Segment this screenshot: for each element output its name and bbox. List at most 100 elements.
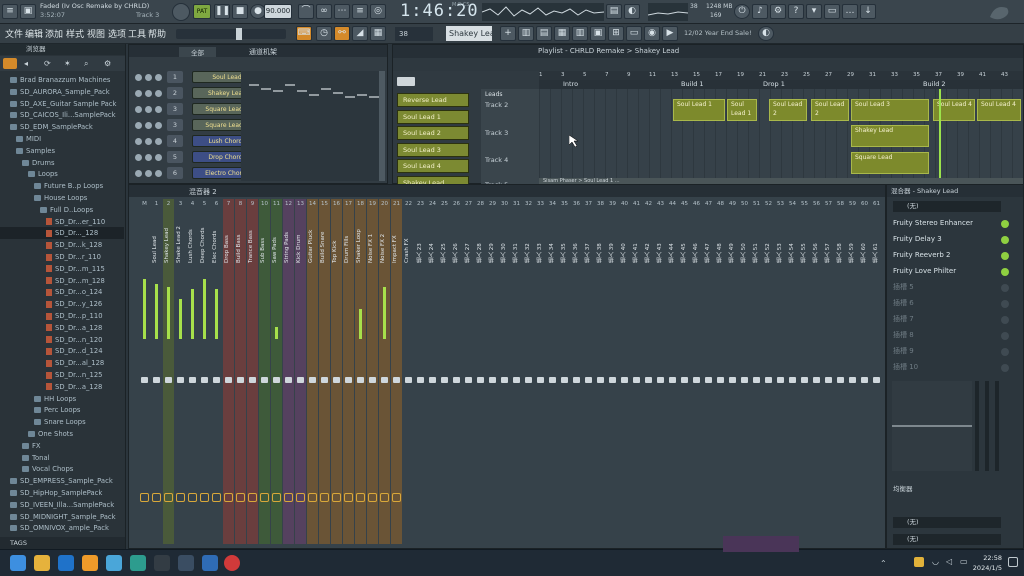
recorder-icon[interactable] (224, 555, 240, 571)
browser-item[interactable]: SD_Dr..._128 (0, 227, 124, 240)
volume-fader[interactable] (501, 377, 508, 383)
route-send-icon[interactable] (380, 493, 389, 502)
browser-item[interactable]: Samples (0, 145, 124, 157)
volume-fader[interactable] (177, 377, 184, 383)
channel-filter[interactable]: 全部 (179, 47, 216, 57)
volume-fader[interactable] (681, 377, 688, 383)
pattern-item[interactable]: Soul Lead 3 (397, 142, 469, 157)
volume-fader[interactable] (825, 377, 832, 383)
clip-soul-lead-1b[interactable]: Soul Lead 1 (727, 99, 757, 121)
mixer-strip[interactable]: 53 插入 53 (775, 199, 786, 544)
mixer-strip[interactable]: 45 插入 45 (679, 199, 690, 544)
route-send-icon[interactable] (176, 493, 185, 502)
mixer-strip[interactable]: 49 插入 49 (727, 199, 738, 544)
wifi-icon[interactable]: ◡ (932, 557, 939, 566)
browser-item[interactable]: Tonal (0, 452, 124, 464)
browser-item[interactable]: SD_EMPRESS_Sample_Pack (0, 475, 124, 487)
browser-item[interactable]: Vocal Chops (0, 463, 124, 475)
volume-fader[interactable] (141, 377, 148, 383)
route-send-icon[interactable] (392, 493, 401, 502)
tray-chevron-icon[interactable]: ⌃ (880, 559, 887, 568)
mixer-strip[interactable]: 47 插入 47 (703, 199, 714, 544)
browser-tags[interactable]: TAGS (0, 537, 125, 549)
effect-slot[interactable]: 插槽 5 (893, 281, 998, 294)
mixer-strip[interactable]: 14 Guitar Pluck (307, 199, 318, 544)
pattern-add-icon[interactable]: + (500, 26, 516, 41)
route-send-icon[interactable] (344, 493, 353, 502)
browser-item[interactable]: SD_IVEEN_Illa...SamplePack (0, 499, 124, 511)
browser-item[interactable]: MIDI (0, 133, 124, 145)
volume-knob[interactable] (155, 138, 162, 145)
volume-fader[interactable] (873, 377, 880, 383)
effect-slot[interactable]: 插槽 10 (893, 361, 998, 374)
marker-intro[interactable]: Intro (563, 80, 578, 88)
volume-fader[interactable] (669, 377, 676, 383)
mixer-strip[interactable]: 40 插入 40 (619, 199, 630, 544)
output-select[interactable]: (无) (893, 517, 1001, 528)
browser-item[interactable]: HH Loops (0, 393, 124, 405)
browser-item[interactable]: SD_Dr...p_110 (0, 310, 124, 322)
effect-enable-led[interactable] (1001, 364, 1009, 372)
mixer-strip[interactable]: 34 插入 34 (547, 199, 558, 544)
media-icon[interactable] (202, 555, 218, 571)
pan-knob[interactable] (145, 170, 152, 177)
effect-enable-led[interactable] (1001, 284, 1009, 292)
channel-mixer-number[interactable]: 4 (167, 135, 183, 147)
channel-rack-scrollbar[interactable] (379, 71, 385, 181)
help-icon[interactable]: ? (788, 4, 804, 19)
volume-fader[interactable] (225, 377, 232, 383)
effect-slot[interactable]: Fruity Delay 3 (893, 233, 998, 246)
mixer-strip[interactable]: 15 Build Snare (319, 199, 330, 544)
channel-mixer-number[interactable]: 3 (167, 103, 183, 115)
browser-item[interactable]: Snare Loops (0, 416, 124, 428)
volume-fader[interactable] (597, 377, 604, 383)
browser-item[interactable]: SD_Dr...o_124 (0, 286, 124, 298)
volume-fader[interactable] (369, 377, 376, 383)
menu-icon[interactable]: ≡ (2, 4, 18, 19)
output-select-2[interactable]: (无) (893, 534, 1001, 545)
eq-band-mid[interactable] (985, 381, 989, 471)
menu-view[interactable]: 视图 (87, 27, 105, 40)
volume-fader[interactable] (729, 377, 736, 383)
clip-soul-lead-2b[interactable]: Soul Lead 2 (811, 99, 849, 121)
video-icon[interactable]: ▶ (662, 26, 678, 41)
mixer-strip[interactable]: 6 Elec Chords (211, 199, 222, 544)
route-send-icon[interactable] (320, 493, 329, 502)
mute-led[interactable] (135, 106, 142, 113)
route-send-icon[interactable] (212, 493, 221, 502)
volume-fader[interactable] (405, 377, 412, 383)
instrument-selector[interactable]: Shakey Lead (446, 26, 492, 41)
volume-fader[interactable] (837, 377, 844, 383)
mixer-strip[interactable]: 35 插入 35 (559, 199, 570, 544)
effect-slot[interactable]: Fruity Reeverb 2 (893, 249, 998, 262)
mixer-strip[interactable]: 21 Impact FX (391, 199, 402, 544)
browser-item[interactable]: SD_MIDNIGHT_Sample_Pack (0, 511, 124, 523)
mixer-tool-icon[interactable]: ▤ (606, 4, 622, 19)
mixer-strip[interactable]: 42 插入 42 (643, 199, 654, 544)
effect-enable-led[interactable] (1001, 252, 1009, 260)
pattern-item[interactable]: Soul Lead 2 (397, 126, 469, 140)
browser-item[interactable]: SD_EDM_SamplePack (0, 121, 124, 133)
volume-fader[interactable] (201, 377, 208, 383)
typing-keyboard-icon[interactable]: ⌨ (296, 26, 312, 41)
volume-fader[interactable] (537, 377, 544, 383)
volume-fader[interactable] (189, 377, 196, 383)
browser-item[interactable]: Future B..p Loops (0, 180, 124, 192)
microphone-icon[interactable]: ♪ (752, 4, 768, 19)
app-icon[interactable] (106, 555, 122, 571)
mixer-strip[interactable]: 54 插入 54 (787, 199, 798, 544)
route-send-icon[interactable] (296, 493, 305, 502)
link-icon[interactable]: ⚯ (334, 26, 350, 41)
volume-fader[interactable] (657, 377, 664, 383)
vscode-icon[interactable] (178, 555, 194, 571)
outlook-icon[interactable] (58, 555, 74, 571)
volume-fader[interactable] (561, 377, 568, 383)
snap-icon[interactable]: ◎ (370, 4, 386, 19)
template-icon[interactable]: ▭ (626, 26, 642, 41)
mixer-strip[interactable]: 48 插入 48 (715, 199, 726, 544)
browser-settings-icon[interactable]: ⚙ (104, 59, 111, 68)
browser-item[interactable]: SD_Dr...a_128 (0, 322, 124, 334)
volume-knob[interactable] (155, 74, 162, 81)
menu-patterns[interactable]: 样式 (66, 27, 84, 40)
mixer-strip[interactable]: 52 插入 52 (763, 199, 774, 544)
